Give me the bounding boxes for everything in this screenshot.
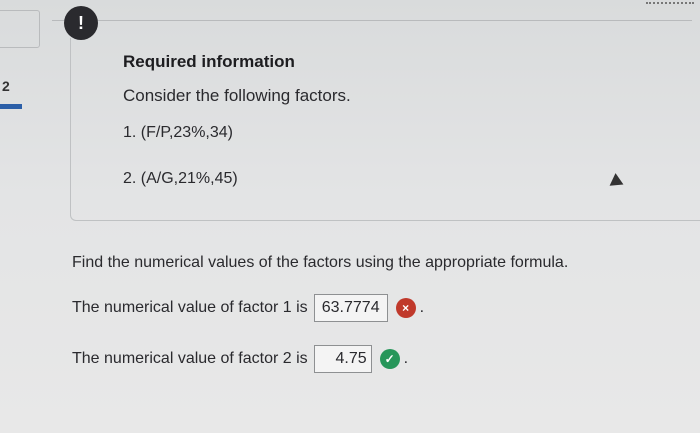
correct-check-icon: ✓ xyxy=(379,349,400,369)
answer-label-1: The numerical value of factor 1 is xyxy=(72,299,308,316)
info-heading: Required information xyxy=(123,52,295,71)
alert-icon: ! xyxy=(64,6,98,40)
trailing-period-2: . xyxy=(403,350,409,367)
incorrect-x-icon: × xyxy=(395,298,416,318)
alert-symbol: ! xyxy=(78,12,84,33)
question-number[interactable]: 2 xyxy=(2,78,10,94)
answer-input-1[interactable]: 63.7774 xyxy=(313,294,388,322)
previous-question-box[interactable] xyxy=(0,10,40,48)
info-intro: Consider the following factors. xyxy=(123,86,351,105)
factor-item-1: 1. (F/P,23%,34) xyxy=(123,124,233,141)
answer-row-2: The numerical value of factor 2 is 4.75 … xyxy=(72,345,408,373)
answer-label-2: The numerical value of factor 2 is xyxy=(72,350,308,367)
answer-row-1: The numerical value of factor 1 is 63.77… xyxy=(72,294,424,322)
header-divider xyxy=(52,20,692,21)
factor-item-2: 2. (A/G,21%,45) xyxy=(123,170,238,187)
trailing-period-1: . xyxy=(419,299,425,316)
active-question-indicator xyxy=(0,104,22,109)
question-prompt: Find the numerical values of the factors… xyxy=(72,254,569,271)
answer-input-2[interactable]: 4.75 xyxy=(313,345,372,373)
dotted-border xyxy=(646,2,694,4)
left-navigation-strip: 2 xyxy=(0,0,40,433)
